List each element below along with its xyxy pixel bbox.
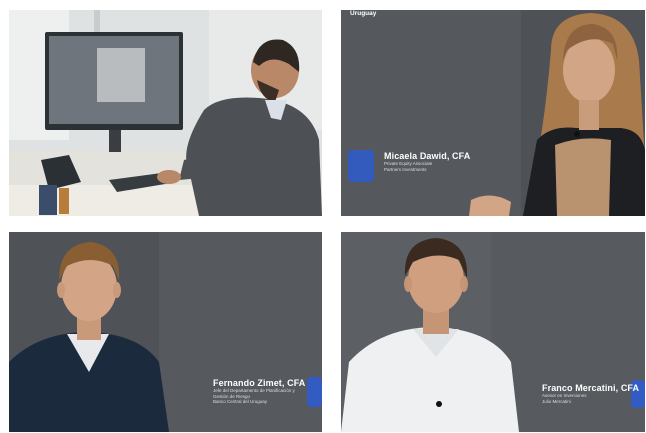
caption-franco: Franco Mercatini, CFA Asesor en Inversio… — [542, 383, 639, 404]
photo-micaela-dawid: Uruguay Micaela Dawid, CFA Private Equit… — [341, 10, 645, 216]
caption-micaela: Micaela Dawid, CFA Private Equity Associ… — [384, 151, 470, 172]
speaker-name: Fernando Zimet, CFA — [213, 378, 306, 388]
caption-fernando: Fernando Zimet, CFA Jefe del Departament… — [213, 378, 305, 405]
interview-scene-woman — [341, 10, 645, 216]
speaker-title-line-1: Jefe del Departamento de Planificación y — [213, 388, 295, 393]
speaker-title-line-2: Julio Mercatini — [542, 398, 571, 404]
speaker-name: Franco Mercatini, CFA — [542, 383, 640, 393]
speaker-name: Micaela Dawid, CFA — [384, 151, 471, 161]
speaker-title-line-3: Banco Central del Uruguay — [213, 399, 268, 404]
photo-office-desk — [9, 10, 322, 216]
cfa-society-logo-text: Uruguay — [350, 10, 377, 17]
photo-fernando-zimet: Fernando Zimet, CFA Jefe del Departament… — [9, 232, 322, 432]
office-desk-scene — [9, 10, 322, 216]
speaker-title-line-2: Partners Investments — [384, 166, 427, 172]
photo-franco-mercatini: Franco Mercatini, CFA Asesor en Inversio… — [341, 232, 645, 432]
